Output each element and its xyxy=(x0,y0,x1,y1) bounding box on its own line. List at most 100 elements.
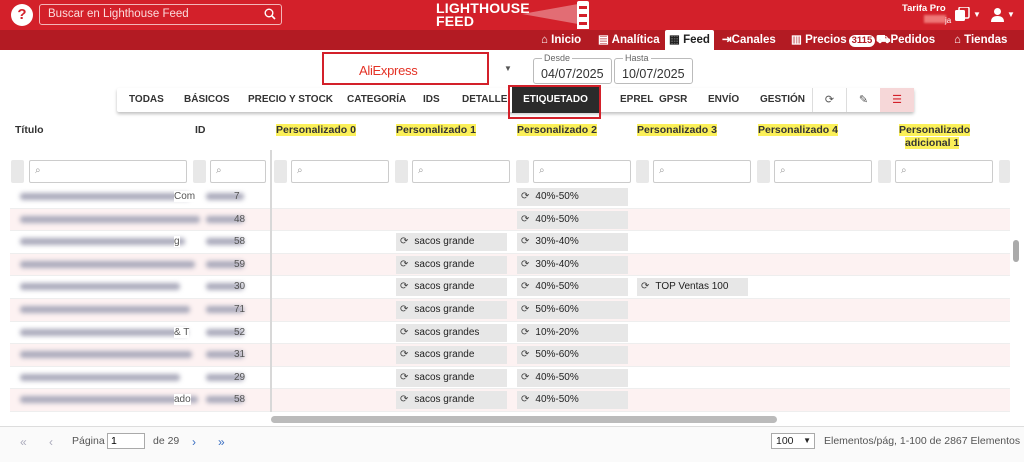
cell-personalizado-2[interactable]: ⟳ 40%-50% xyxy=(517,278,628,297)
nav-analitica[interactable]: ▤ Analítica xyxy=(598,30,660,50)
filter-personalizado-0[interactable]: ⌕ xyxy=(291,160,389,183)
table-row[interactable]: 31 ⟳ sacos grande ⟳ 50%-60% xyxy=(10,344,1010,367)
tab-gpsr[interactable]: GPSR xyxy=(659,88,687,112)
nav-tiendas[interactable]: ⌂ Tiendas xyxy=(954,30,1007,50)
column-header-personalizado-0[interactable]: Personalizado 0 xyxy=(276,124,356,136)
cell-personalizado-1[interactable]: ⟳ sacos grande xyxy=(396,255,507,274)
cell-personalizado-1[interactable]: ⟳ sacos grande xyxy=(396,391,507,410)
tab-detalle[interactable]: DETALLE xyxy=(462,88,507,112)
filter-personalizado-2[interactable]: ⌕ xyxy=(533,160,631,183)
tab-ids[interactable]: IDS xyxy=(423,88,440,112)
column-header-personalizado-3[interactable]: Personalizado 3 xyxy=(637,124,717,136)
column-header-id[interactable]: ID xyxy=(195,124,206,136)
nav-precios[interactable]: ▥ Precios 3115 xyxy=(791,30,876,50)
next-page-icon[interactable]: › xyxy=(192,435,196,449)
nav-feed[interactable]: ▦ Feed xyxy=(665,30,714,50)
sync-icon: ⟳ xyxy=(521,258,530,270)
table-row[interactable]: g 58 ⟳ sacos grande ⟳ 30%-40% xyxy=(10,231,1010,254)
sync-icon: ⟳ xyxy=(400,304,409,315)
page-size-select[interactable]: 100 ▼ xyxy=(771,433,815,449)
tab-envio[interactable]: ENVÍO xyxy=(708,88,739,112)
cell-personalizado-1[interactable]: ⟳ sacos grande xyxy=(396,368,507,387)
cell-personalizado-1[interactable]: ⟳ sacos grande xyxy=(396,278,507,297)
cell-personalizado-2[interactable]: ⟳ 40%-50% xyxy=(517,188,628,206)
nav-pedidos[interactable]: ⛟Pedidos xyxy=(876,30,935,50)
filter-type-toggle[interactable] xyxy=(757,160,770,183)
filter-personalizado-3[interactable]: ⌕ xyxy=(653,160,751,183)
vertical-scrollbar[interactable] xyxy=(1013,240,1019,262)
table-row[interactable]: Com 7 ⟳ 40%-50% xyxy=(10,186,1010,209)
table-row[interactable]: 71 ⟳ sacos grande ⟳ 50%-60% xyxy=(10,299,1010,322)
cell-personalizado-2[interactable]: ⟳ 40%-50% xyxy=(517,368,628,387)
last-page-icon[interactable]: » xyxy=(218,435,225,449)
cell-personalizado-1[interactable]: ⟳ sacos grande xyxy=(396,346,507,365)
filter-personalizado-1[interactable]: ⌕ xyxy=(412,160,510,183)
cell-personalizado-2[interactable]: ⟳ 30%-40% xyxy=(517,255,628,274)
nav-inicio[interactable]: ⌂ Inicio xyxy=(541,30,581,50)
filter-type-toggle[interactable] xyxy=(193,160,206,183)
id-tail: 58 xyxy=(234,394,246,406)
help-button[interactable]: ? xyxy=(11,4,33,26)
filter-type-toggle[interactable] xyxy=(878,160,891,183)
cell-personalizado-2[interactable]: ⟳ 10%-20% xyxy=(517,323,628,342)
shop-selector[interactable]: AliExpress xyxy=(322,52,489,85)
menu-icon[interactable]: ☰ xyxy=(880,88,914,112)
filter-type-toggle[interactable] xyxy=(395,160,408,183)
date-to-field[interactable]: Hasta 10/07/2025 xyxy=(614,53,693,84)
table-row[interactable]: 30 ⟳ sacos grande ⟳ 40%-50% ⟳ TOP Ventas 100 xyxy=(10,276,1010,299)
cell-personalizado-3[interactable]: ⟳ TOP Ventas 100 xyxy=(637,278,748,297)
filter-type-toggle[interactable] xyxy=(999,160,1010,183)
filter-type-toggle[interactable] xyxy=(274,160,287,183)
cell-personalizado-2[interactable]: ⟳ 40%-50% xyxy=(517,210,628,229)
horizontal-scrollbar[interactable] xyxy=(271,416,777,423)
chevron-down-icon[interactable]: ▼ xyxy=(1007,10,1015,19)
table-row[interactable]: & T 52 ⟳ sacos grandes ⟳ 10%-20% xyxy=(10,322,1010,345)
column-header-personalizado-2[interactable]: Personalizado 2 xyxy=(517,124,597,136)
refresh-icon[interactable]: ⟳ xyxy=(812,88,846,112)
tab-todas[interactable]: TODAS xyxy=(129,88,164,112)
search-input[interactable]: Buscar en Lighthouse Feed xyxy=(39,4,282,25)
chevron-down-icon[interactable]: ▼ xyxy=(973,10,981,19)
cell-personalizado-2[interactable]: ⟳ 40%-50% xyxy=(517,391,628,410)
cell-personalizado-1[interactable]: ⟳ sacos grande xyxy=(396,233,507,252)
tab-categoria[interactable]: CATEGORÍA xyxy=(347,88,406,112)
user-icon[interactable] xyxy=(990,7,1005,25)
sync-icon: ⟳ xyxy=(521,236,530,248)
tab-eprel[interactable]: EPREL xyxy=(620,88,653,112)
tab-gestion[interactable]: GESTIÓN xyxy=(760,88,805,112)
filter-personalizado-4[interactable]: ⌕ xyxy=(774,160,872,183)
store-switch-icon[interactable] xyxy=(954,6,970,25)
shop-dropdown-caret-icon[interactable]: ▼ xyxy=(504,64,512,73)
page-number-input[interactable] xyxy=(107,433,145,449)
edit-icon[interactable]: ✎ xyxy=(846,88,880,112)
filter-type-toggle[interactable] xyxy=(636,160,649,183)
cell-personalizado-1[interactable]: ⟳ sacos grande xyxy=(396,301,507,319)
date-from-field[interactable]: Desde 04/07/2025 xyxy=(533,53,612,84)
nav-canales[interactable]: ⇥Canales xyxy=(722,30,776,50)
filter-titulo[interactable]: ⌕ xyxy=(29,160,187,183)
cell-personalizado-2[interactable]: ⟳ 30%-40% xyxy=(517,233,628,252)
table-row[interactable]: 29 ⟳ sacos grande ⟳ 40%-50% xyxy=(10,367,1010,390)
column-header-personalizado-adicional-1[interactable]: Personalizado xyxy=(899,124,971,136)
cell-personalizado-1[interactable]: ⟳ sacos grandes xyxy=(396,323,507,342)
filter-type-toggle[interactable] xyxy=(516,160,529,183)
filter-id[interactable]: ⌕ xyxy=(210,160,266,183)
filter-personalizado-adicional-1[interactable]: ⌕ xyxy=(895,160,993,183)
prev-page-icon[interactable]: ‹ xyxy=(49,435,53,449)
table-row[interactable]: 59 ⟳ sacos grande ⟳ 30%-40% xyxy=(10,253,1010,277)
filter-type-toggle[interactable] xyxy=(11,160,24,183)
id-tail: 58 xyxy=(234,236,246,248)
table-row[interactable]: 48 ⟳ 40%-50% xyxy=(10,208,1010,232)
column-header-personalizado-1[interactable]: Personalizado 1 xyxy=(396,124,476,136)
column-header-personalizado-4[interactable]: Personalizado 4 xyxy=(758,124,838,136)
tab-precio-y-stock[interactable]: PRECIO Y STOCK xyxy=(248,88,333,112)
first-page-icon[interactable]: « xyxy=(20,435,27,449)
pinned-columns-divider xyxy=(270,150,272,412)
tab-basicos[interactable]: BÁSICOS xyxy=(184,88,230,112)
cell-personalizado-2[interactable]: ⟳ 50%-60% xyxy=(517,301,628,319)
table-row[interactable]: ado 58 ⟳ sacos grande ⟳ 40%-50% xyxy=(10,389,1010,412)
cell-personalizado-2[interactable]: ⟳ 50%-60% xyxy=(517,346,628,365)
column-header-titulo[interactable]: Título xyxy=(15,124,44,136)
search-icon[interactable] xyxy=(264,8,276,23)
sync-icon: ⟳ xyxy=(400,371,409,383)
